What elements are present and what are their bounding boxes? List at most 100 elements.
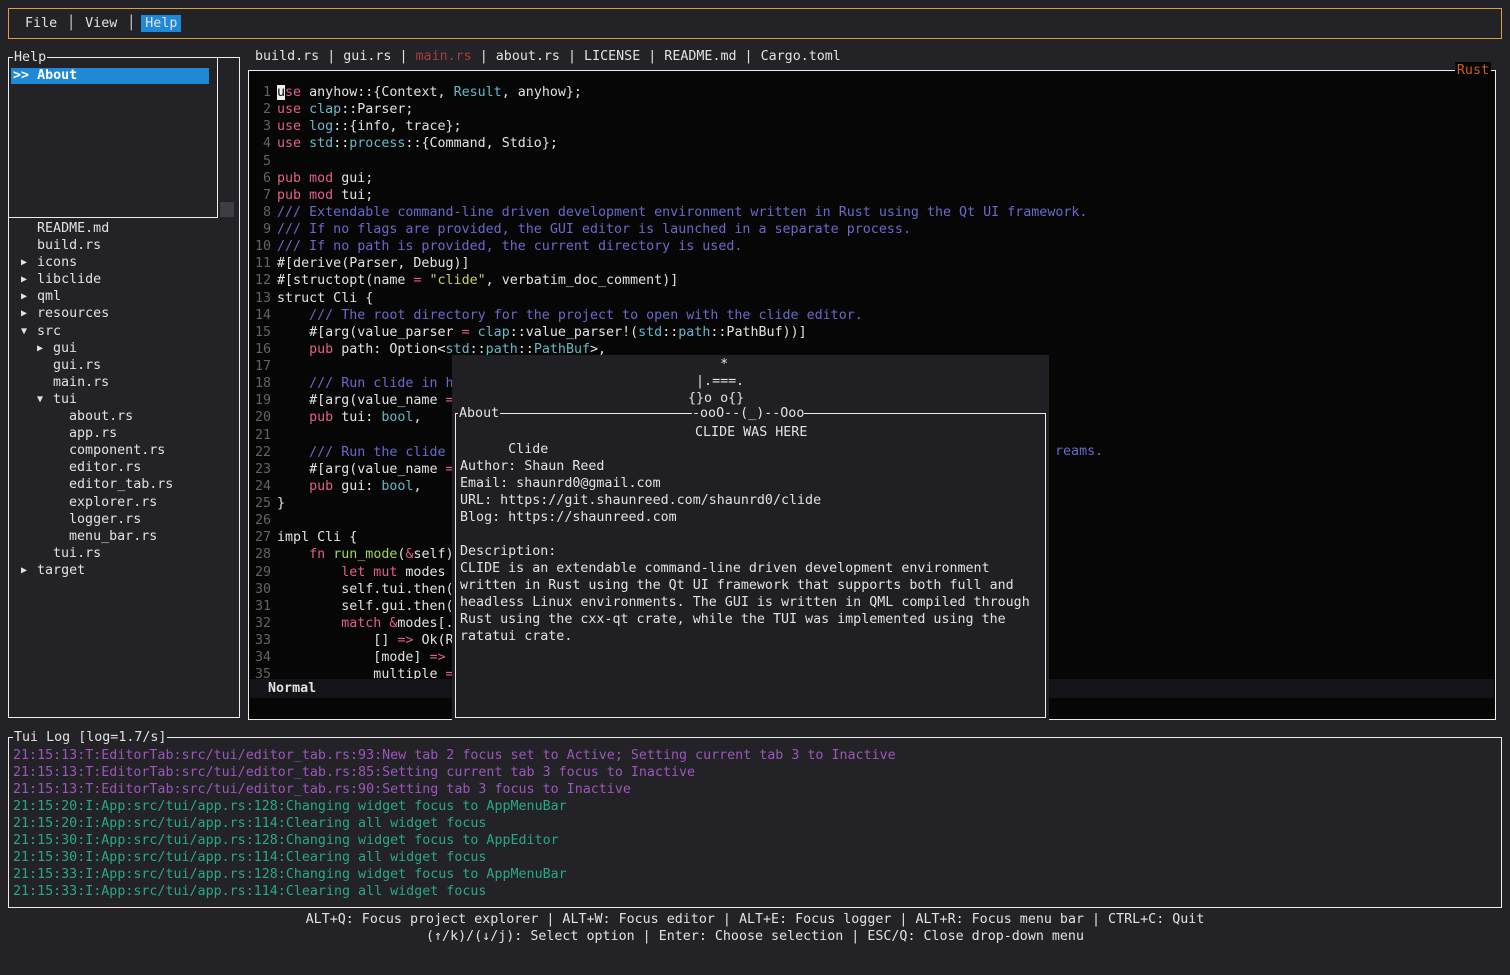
code-line-6: 6pub mod gui; [251,170,1493,187]
explorer-item-app.rs[interactable]: app.rs [9,425,239,442]
line-number: 19 [251,392,271,409]
explorer-item-label: about.rs [69,408,133,425]
tree-indent-spacer [53,494,69,511]
tree-indent-spacer [53,459,69,476]
dropdown-item-about[interactable]: >> About [11,68,209,84]
tree-indent-spacer [53,442,69,459]
log-entry-trace: 21:15:13:T:EditorTab:src/tui/editor_tab.… [13,781,1497,798]
chevron-down-icon[interactable]: ▼ [37,391,53,408]
line-number: 15 [251,324,271,341]
tree-indent-spacer [21,220,37,237]
explorer-scrollbar-thumb[interactable] [220,202,234,217]
code-line-5: 5 [251,153,1493,170]
editor-tab-gui.rs[interactable]: gui.rs [343,49,391,64]
explorer-item-target[interactable]: ▶target [9,562,239,579]
menu-item-help[interactable]: Help [141,15,181,32]
explorer-item-component.rs[interactable]: component.rs [9,442,239,459]
editor-tab-build.rs[interactable]: build.rs [255,49,319,64]
log-entry-info: 21:15:33:I:App:src/tui/app.rs:114:Cleari… [13,883,1497,900]
explorer-item-menu_bar.rs[interactable]: menu_bar.rs [9,528,239,545]
line-number: 30 [251,581,271,598]
explorer-item-label: logger.rs [69,511,141,528]
explorer-item-qml[interactable]: ▶qml [9,288,239,305]
editor-tab-main.rs[interactable]: main.rs [416,49,472,64]
explorer-item-label: resources [37,305,109,322]
chevron-right-icon[interactable]: ▶ [37,340,53,357]
ascii-art-border: -ooO--(_)--Ooo [692,405,804,422]
explorer-item-editor.rs[interactable]: editor.rs [9,459,239,476]
line-number: 11 [251,255,271,272]
explorer-item-README.md[interactable]: README.md [9,220,239,237]
log-entry-trace: 21:15:13:T:EditorTab:src/tui/editor_tab.… [13,764,1497,781]
code-line-15: 15 #[arg(value_parser = clap::value_pars… [251,324,1493,341]
chevron-down-icon[interactable]: ▼ [21,323,37,340]
explorer-item-label: build.rs [37,237,101,254]
tui-log-title: Tui Log [log=1.7/s] [13,729,167,746]
about-dialog-box: Clide CLIDE WAS HERE Author: Shaun Reed … [455,413,1046,718]
explorer-item-about.rs[interactable]: about.rs [9,408,239,425]
explorer-item-resources[interactable]: ▶resources [9,305,239,322]
line-number: 23 [251,461,271,478]
explorer-item-label: tui [53,391,77,408]
code-line-4: 4use std::process::{Command, Stdio}; [251,135,1493,152]
editor-tab-LICENSE[interactable]: LICENSE [584,49,640,64]
explorer-item-gui[interactable]: ▶gui [9,340,239,357]
tree-indent-spacer [53,528,69,545]
tab-separator: | [319,49,343,64]
explorer-item-label: src [37,323,61,340]
code-line-10: 10/// If no path is provided, the curren… [251,238,1493,255]
line-number: 32 [251,615,271,632]
file-tree: README.mdbuild.rs▶icons▶libclide▶qml▶res… [9,220,239,579]
explorer-item-label: README.md [37,220,109,237]
explorer-item-gui.rs[interactable]: gui.rs [9,357,239,374]
explorer-item-src[interactable]: ▼src [9,323,239,340]
editor-tab-README.md[interactable]: README.md [664,49,736,64]
log-entry-info: 21:15:20:I:App:src/tui/app.rs:128:Changi… [13,798,1497,815]
menu-separator: │ [127,16,135,31]
chevron-right-icon[interactable]: ▶ [21,254,37,271]
explorer-item-label: component.rs [69,442,165,459]
line-number: 8 [251,204,271,221]
chevron-right-icon[interactable]: ▶ [21,271,37,288]
explorer-item-tui[interactable]: ▼tui [9,391,239,408]
explorer-item-build.rs[interactable]: build.rs [9,237,239,254]
explorer-item-label: gui.rs [53,357,101,374]
chevron-right-icon[interactable]: ▶ [21,305,37,322]
chevron-right-icon[interactable]: ▶ [21,288,37,305]
explorer-item-label: editor_tab.rs [69,476,173,493]
explorer-item-explorer.rs[interactable]: explorer.rs [9,494,239,511]
line-number: 16 [251,341,271,358]
help-dropdown-panel: Help >> About [8,57,218,218]
explorer-item-main.rs[interactable]: main.rs [9,374,239,391]
explorer-item-tui.rs[interactable]: tui.rs [9,545,239,562]
chevron-right-icon[interactable]: ▶ [21,562,37,579]
explorer-item-label: app.rs [69,425,117,442]
code-line-9: 9/// If no flags are provided, the GUI e… [251,221,1493,238]
explorer-item-logger.rs[interactable]: logger.rs [9,511,239,528]
menu-item-file[interactable]: File [21,15,61,32]
line-number: 10 [251,238,271,255]
explorer-item-icons[interactable]: ▶icons [9,254,239,271]
text-cursor: u [277,85,285,100]
explorer-item-editor_tab.rs[interactable]: editor_tab.rs [9,476,239,493]
code-line-2: 2use clap::Parser; [251,101,1493,118]
menu-bar: File │ View │ Help [8,8,1502,39]
about-dialog-title: About [458,405,500,422]
explorer-item-label: menu_bar.rs [69,528,157,545]
log-entry-info: 21:15:30:I:App:src/tui/app.rs:128:Changi… [13,832,1497,849]
line-number: 20 [251,409,271,426]
tree-indent-spacer [53,425,69,442]
explorer-item-label: gui [53,340,77,357]
line-number: 7 [251,187,271,204]
line-number: 1 [251,84,271,101]
explorer-item-label: target [37,562,85,579]
tui-log-panel[interactable]: Tui Log [log=1.7/s] 21:15:13:T:EditorTab… [8,737,1502,908]
menu-item-view[interactable]: View [81,15,121,32]
line-number: 9 [251,221,271,238]
editor-tab-about.rs[interactable]: about.rs [496,49,560,64]
explorer-item-libclide[interactable]: ▶libclide [9,271,239,288]
explorer-item-label: explorer.rs [69,494,157,511]
help-dropdown-title: Help [13,49,47,66]
log-entry-info: 21:15:33:I:App:src/tui/app.rs:128:Changi… [13,866,1497,883]
editor-tab-Cargo.toml[interactable]: Cargo.toml [761,49,841,64]
